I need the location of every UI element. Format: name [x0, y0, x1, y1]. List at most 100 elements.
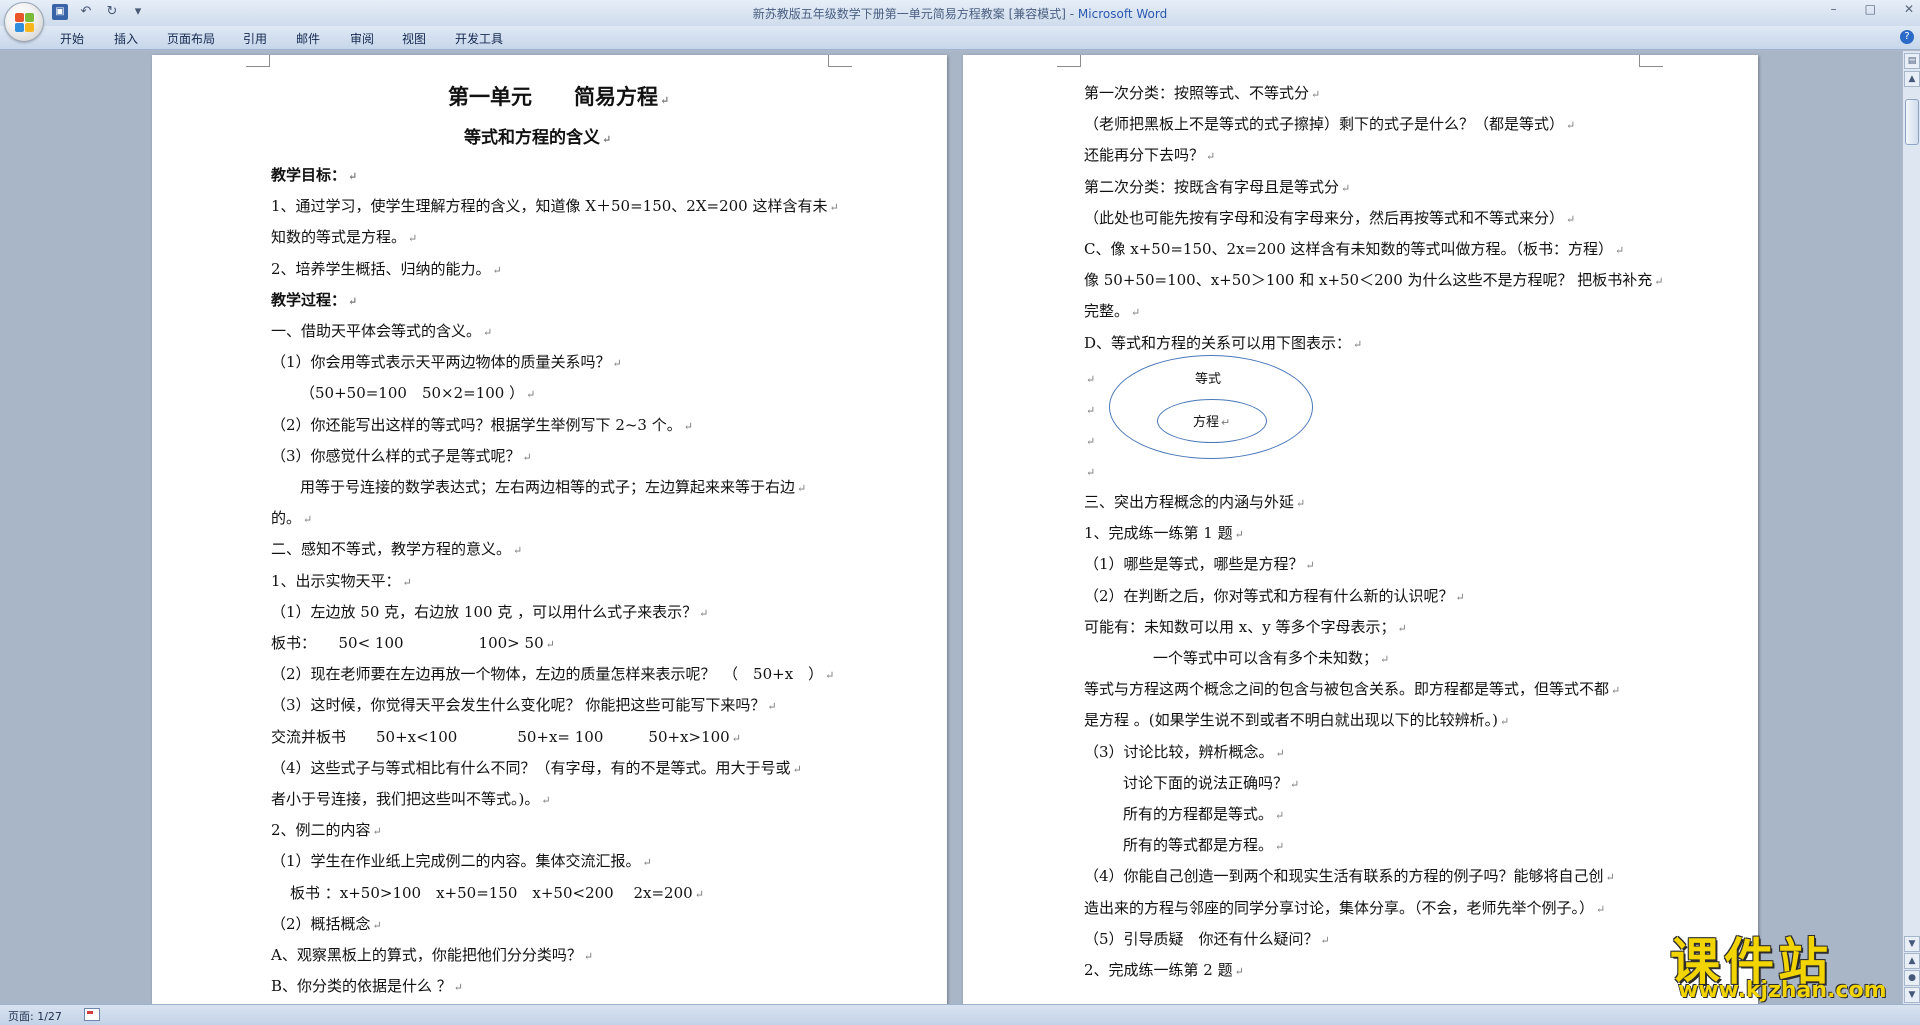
- paragraph-mark-icon: ↵: [825, 669, 835, 682]
- document-paragraph: （2）现在老师要在左边再放一个物体，左边的质量怎样来表示呢？ （ 50+x ） ↵: [271, 665, 835, 683]
- paragraph-mark-icon: ↵: [829, 201, 839, 214]
- tab-mailings[interactable]: 邮件: [296, 30, 320, 47]
- select-browse-object-icon[interactable]: ●: [1904, 970, 1920, 986]
- window-title: 新苏教版五年级数学下册第一单元简易方程教案 [兼容模式] - Microsoft…: [0, 5, 1920, 22]
- document-paragraph: D、等式和方程的关系可以用下图表示： ↵: [1084, 334, 1363, 352]
- help-icon[interactable]: ?: [1900, 30, 1914, 44]
- paragraph-mark-icon: ↵: [1611, 684, 1621, 697]
- paragraph-mark-icon: ↵: [1353, 338, 1363, 351]
- document-paragraph: （50+50=100 50×2=100 ） ↵: [300, 384, 536, 402]
- paragraph-mark-icon: ↵: [699, 607, 709, 620]
- tab-references[interactable]: 引用: [243, 30, 267, 47]
- document-paragraph: 教学过程： ↵: [271, 291, 358, 309]
- document-paragraph: （老师把黑板上不是等式的式子擦掉）剩下的式子是什么？（都是等式） ↵: [1084, 115, 1576, 133]
- paragraph-mark-icon: ↵: [1275, 840, 1285, 853]
- paragraph-mark-icon: ↵: [1566, 119, 1576, 132]
- paragraph-mark-icon: ↵: [402, 576, 412, 589]
- crop-mark: [828, 55, 852, 67]
- document-title: 第一单元 简易方程 ↵: [448, 84, 670, 109]
- document-paragraph: 像 50+50=100、x+50＞100 和 x+50＜200 为什么这些不是方…: [1084, 271, 1664, 289]
- paragraph-mark-icon: ↵: [1654, 275, 1664, 288]
- next-page-icon[interactable]: ▼: [1904, 987, 1920, 1003]
- document-paragraph: 1、出示实物天平： ↵: [271, 572, 412, 590]
- paragraph-mark-icon: ↵: [1275, 747, 1285, 760]
- paragraph-mark-icon: ↵: [731, 732, 741, 745]
- watermark-logo: 课件站 www.kjzhan.com: [1670, 922, 1906, 1004]
- document-paragraph: （1）你会用等式表示天平两边物体的质量关系吗？ ↵: [271, 353, 622, 371]
- document-paragraph: 一个等式中可以含有多个未知数； ↵: [1153, 649, 1390, 667]
- maximize-button[interactable]: □: [1865, 2, 1876, 16]
- paragraph-mark-icon: ↵: [1206, 150, 1216, 163]
- paragraph-mark-icon: ↵: [453, 981, 464, 994]
- paragraph-mark-icon: ↵: [1305, 559, 1315, 572]
- document-paragraph: B、你分类的依据是什么 ？ ↵: [271, 977, 464, 995]
- document-paragraph: 可能有：未知数可以用 x、y 等多个字母表示； ↵: [1084, 618, 1407, 636]
- document-paragraph: 板书： 50< 100 100> 50 ↵: [271, 634, 555, 652]
- paragraph-mark-icon: ↵: [408, 232, 418, 245]
- paragraph-mark-icon: ↵: [1397, 622, 1407, 635]
- previous-page-icon[interactable]: ▲: [1904, 953, 1920, 969]
- document-workspace[interactable]: 第一单元 简易方程 ↵ 等式和方程的含义 ↵ 教学目标： ↵ 1、通过学习，使学生理解方…: [0, 51, 1902, 1004]
- document-paragraph: （1）哪些是等式，哪些是方程？ ↵: [1084, 555, 1315, 573]
- paragraph-mark-icon: ↵: [541, 794, 551, 807]
- tab-review[interactable]: 审阅: [350, 30, 374, 47]
- document-name: 新苏教版五年级数学下册第一单元简易方程教案 [兼容模式] -: [752, 7, 1078, 21]
- document-paragraph: 1、通过学习，使学生理解方程的含义，知道像 X＋50=150、2X=200 这样…: [271, 197, 839, 215]
- page-number-indicator[interactable]: 页面: 1/27: [8, 1008, 62, 1024]
- document-paragraph: 第二次分类：按既含有字母且是等式分 ↵: [1084, 178, 1351, 196]
- tab-page-layout[interactable]: 页面布局: [167, 30, 215, 47]
- document-paragraph: 知数的等式是方程。 ↵: [271, 228, 418, 246]
- tab-view[interactable]: 视图: [402, 30, 426, 47]
- office-logo-icon: [15, 13, 35, 33]
- paragraph-mark-icon: ↵: [545, 638, 555, 651]
- paragraph-mark-icon: ↵: [372, 919, 382, 932]
- office-button[interactable]: [4, 2, 44, 42]
- document-paragraph: 1、完成练一练第 1 题 ↵: [1084, 524, 1244, 542]
- paragraph-mark-icon: ↵: [694, 888, 704, 901]
- scroll-up-arrow-icon[interactable]: ▲: [1904, 71, 1920, 87]
- document-paragraph: （2）概括概念 ↵: [271, 915, 382, 933]
- document-paragraph: 板书 ：x+50>100 x+50=150 x+50<200 2x=200 ↵: [290, 884, 704, 902]
- paragraph-mark-icon: ↵: [1596, 903, 1606, 916]
- empty-paragraph-mark: ↵: [1086, 435, 1096, 448]
- paragraph-mark-icon: ↵: [1380, 653, 1390, 666]
- tab-insert[interactable]: 插入: [114, 30, 138, 47]
- document-paragraph: （1）学生在作业纸上完成例二的内容。集体交流汇报。 ↵: [271, 852, 652, 870]
- left-page[interactable]: 第一单元 简易方程 ↵ 等式和方程的含义 ↵ 教学目标： ↵ 1、通过学习，使学生理解方…: [152, 55, 947, 1004]
- outer-ellipse-label: 等式: [1195, 372, 1222, 387]
- close-button[interactable]: ✕: [1904, 2, 1914, 16]
- paragraph-mark-icon: ↵: [1499, 715, 1510, 728]
- title-bar: ▣ ↶ ↻ ▾ 新苏教版五年级数学下册第一单元简易方程教案 [兼容模式] - M…: [0, 0, 1920, 26]
- vertical-scrollbar[interactable]: ▤ ▲ ▼ ▲ ● ▼: [1902, 51, 1920, 1004]
- document-paragraph: 所有的方程都是等式。 ↵: [1123, 805, 1285, 823]
- document-paragraph: 还能再分下去吗？ ↵: [1084, 146, 1216, 164]
- scroll-down-arrow-icon[interactable]: ▼: [1904, 936, 1920, 952]
- document-paragraph: 的。 ↵: [271, 509, 313, 527]
- paragraph-mark-icon: ↵: [372, 825, 382, 838]
- paragraph-mark-icon: ↵: [683, 420, 693, 433]
- paragraph-mark-icon: ↵: [303, 513, 313, 526]
- document-paragraph: 2、完成练一练第 2 题 ↵: [1084, 961, 1244, 979]
- paragraph-mark-icon: ↵: [526, 388, 536, 401]
- paragraph-mark-icon: ↵: [797, 482, 807, 495]
- document-paragraph: 交流并板书 50+x<100 50+x= 100 50+x>100 ↵: [271, 728, 741, 746]
- document-paragraph: 三、突出方程概念的内涵与外延 ↵: [1084, 493, 1306, 511]
- document-paragraph: （4）你能自己创造一到两个和现实生活有联系的方程的例子吗？能够将自己创 ↵: [1084, 867, 1615, 885]
- paragraph-mark-icon: ↵: [1605, 871, 1615, 884]
- document-paragraph: （4）这些式子与等式相比有什么不同？（有字母，有的不是等式。用大于号或 ↵: [271, 759, 802, 777]
- proofing-status-icon[interactable]: [84, 1008, 100, 1021]
- document-paragraph: A、观察黑板上的算式，你能把他们分分类吗？ ↵: [271, 946, 594, 964]
- crop-mark: [1057, 55, 1081, 67]
- right-page[interactable]: 第一次分类：按照等式、不等式分 ↵ （老师把黑板上不是等式的式子擦掉）剩下的式子是什…: [963, 55, 1758, 1004]
- document-paragraph: C、像 x+50=150、2x=200 这样含有未知数的等式叫做方程。（板书：方…: [1084, 240, 1625, 258]
- paragraph-mark-icon: ↵: [583, 950, 594, 963]
- document-paragraph: （此处也可能先按有字母和没有字母来分，然后再按等式和不等式来分） ↵: [1084, 209, 1576, 227]
- ruler-toggle-icon[interactable]: ▤: [1904, 53, 1920, 69]
- paragraph-mark-icon: ↵: [1234, 965, 1244, 978]
- paragraph-mark-icon: ↵: [612, 357, 622, 370]
- tab-developer[interactable]: 开发工具: [455, 30, 503, 47]
- tab-home[interactable]: 开始: [60, 30, 84, 47]
- document-paragraph: 2、培养学生概括、归纳的能力。 ↵: [271, 260, 502, 278]
- scroll-thumb[interactable]: [1905, 99, 1919, 145]
- minimize-button[interactable]: –: [1831, 2, 1837, 16]
